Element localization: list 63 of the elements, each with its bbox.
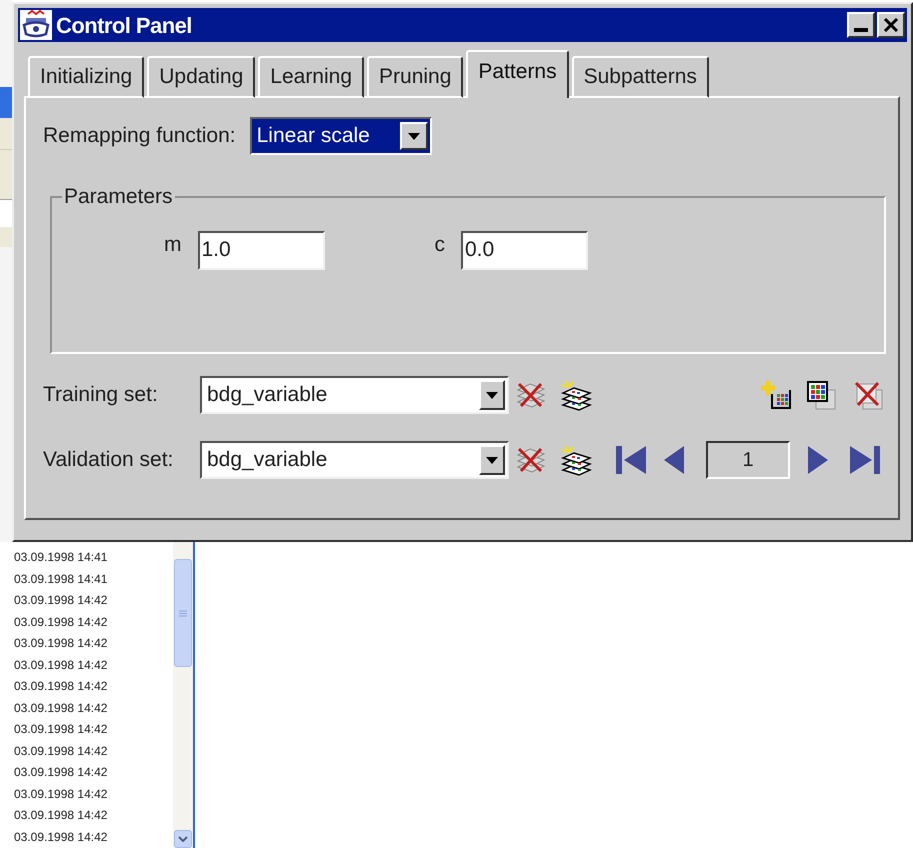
tab[interactable]: Learning <box>258 56 364 98</box>
tab[interactable]: Subpatterns <box>572 56 709 98</box>
remapping-label: Remapping function: <box>43 123 236 150</box>
set-label: Training set: <box>43 382 159 408</box>
delete-layers-icon[interactable] <box>515 445 546 475</box>
log-entry: 03.09.1998 14:42 <box>14 742 108 760</box>
parameters-title: Parameters <box>63 184 174 210</box>
layers-icon[interactable] <box>560 444 592 476</box>
caret-icon <box>486 456 498 464</box>
caret-icon <box>408 132 420 140</box>
tab[interactable]: Updating <box>147 56 256 98</box>
dropdown-value: Linear scale <box>256 123 371 150</box>
scrollbar[interactable] <box>173 542 193 848</box>
pattern-index-field[interactable]: 1 <box>706 441 790 479</box>
log-entry: 03.09.1998 14:41 <box>14 570 108 588</box>
log-entry: 03.09.1998 14:42 <box>14 635 108 652</box>
delete-grid-icon[interactable] <box>853 380 884 410</box>
chevron-down-icon <box>178 836 188 842</box>
log-entry: 03.09.1998 14:42 <box>14 828 108 846</box>
log-entry: 03.09.1998 14:42 <box>14 678 108 695</box>
delete-layers-icon[interactable] <box>515 380 546 410</box>
set-dropdown[interactable]: bdg_variable <box>200 376 509 414</box>
dropdown-arrow-button[interactable] <box>479 380 505 410</box>
tab[interactable]: Initializing <box>28 56 144 98</box>
log-entry: 03.09.1998 14:42 <box>14 656 108 674</box>
add-grid-icon[interactable] <box>760 380 791 410</box>
dropdown-value: bdg_variable <box>206 447 328 474</box>
grid-icon[interactable] <box>806 380 837 410</box>
first-icon[interactable] <box>616 445 646 475</box>
close-icon <box>883 18 899 32</box>
dropdown-arrow-button[interactable] <box>400 122 428 150</box>
parameter-field[interactable]: 1.0 <box>198 230 324 270</box>
log-entry: 03.09.1998 14:42 <box>14 614 108 630</box>
minimize-icon <box>854 28 868 32</box>
close-button[interactable] <box>877 12 905 38</box>
layers-icon[interactable] <box>560 380 592 410</box>
log-entry: 03.09.1998 14:42 <box>14 721 108 738</box>
set-label: Validation set: <box>43 447 174 474</box>
log-entry: 03.09.1998 14:41 <box>14 549 108 566</box>
parameter-label: m <box>164 232 182 258</box>
tab[interactable]: Pruning <box>367 56 464 98</box>
log-entry: 03.09.1998 14:42 <box>14 592 108 609</box>
log-entry: 03.09.1998 14:42 <box>14 786 108 802</box>
grip-icon <box>179 610 187 616</box>
caret-icon <box>486 392 498 398</box>
previous-icon[interactable] <box>664 445 684 475</box>
set-dropdown[interactable]: bdg_variable <box>200 441 509 479</box>
next-icon[interactable] <box>808 445 828 475</box>
scrollbar-thumb[interactable] <box>174 559 192 667</box>
dropdown-value: bdg_variable <box>206 382 328 408</box>
tab[interactable]: Patterns <box>466 50 569 98</box>
log-entry: 03.09.1998 14:42 <box>14 807 108 824</box>
parameter-label: c <box>434 232 445 258</box>
window-title: Control Panel <box>56 12 192 40</box>
minimize-button[interactable] <box>847 12 875 38</box>
app-icon <box>20 10 52 40</box>
log-entry: 03.09.1998 14:42 <box>14 764 108 781</box>
last-icon[interactable] <box>850 445 880 475</box>
remapping-dropdown[interactable]: Linear scale <box>250 117 432 155</box>
dropdown-arrow-button[interactable] <box>479 445 505 475</box>
parameter-field[interactable]: 0.0 <box>461 230 588 270</box>
scroll-down-button[interactable] <box>174 830 192 848</box>
log-entry: 03.09.1998 14:42 <box>14 700 108 716</box>
